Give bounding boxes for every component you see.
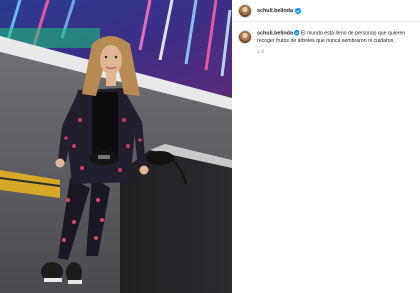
caption-block: schuli.belinda El mundo está lleno de pe… [238, 30, 416, 45]
post-image [0, 0, 232, 293]
instagram-post: schuli.belinda schuli.belinda El mundo e… [0, 0, 420, 293]
post-header: schuli.belinda [232, 0, 420, 22]
header-username[interactable]: schuli.belinda [257, 8, 293, 14]
post-photo[interactable] [0, 0, 232, 293]
post-timestamp[interactable]: 1 d [257, 50, 264, 55]
verified-badge-icon [294, 7, 301, 14]
caption-avatar[interactable] [238, 30, 252, 44]
verified-badge-icon [293, 30, 300, 36]
caption-username[interactable]: schuli.belinda [257, 31, 293, 37]
profile-avatar[interactable] [238, 3, 252, 18]
caption: schuli.belinda El mundo está lleno de pe… [257, 30, 413, 45]
post-side-panel: schuli.belinda schuli.belinda El mundo e… [232, 0, 420, 293]
